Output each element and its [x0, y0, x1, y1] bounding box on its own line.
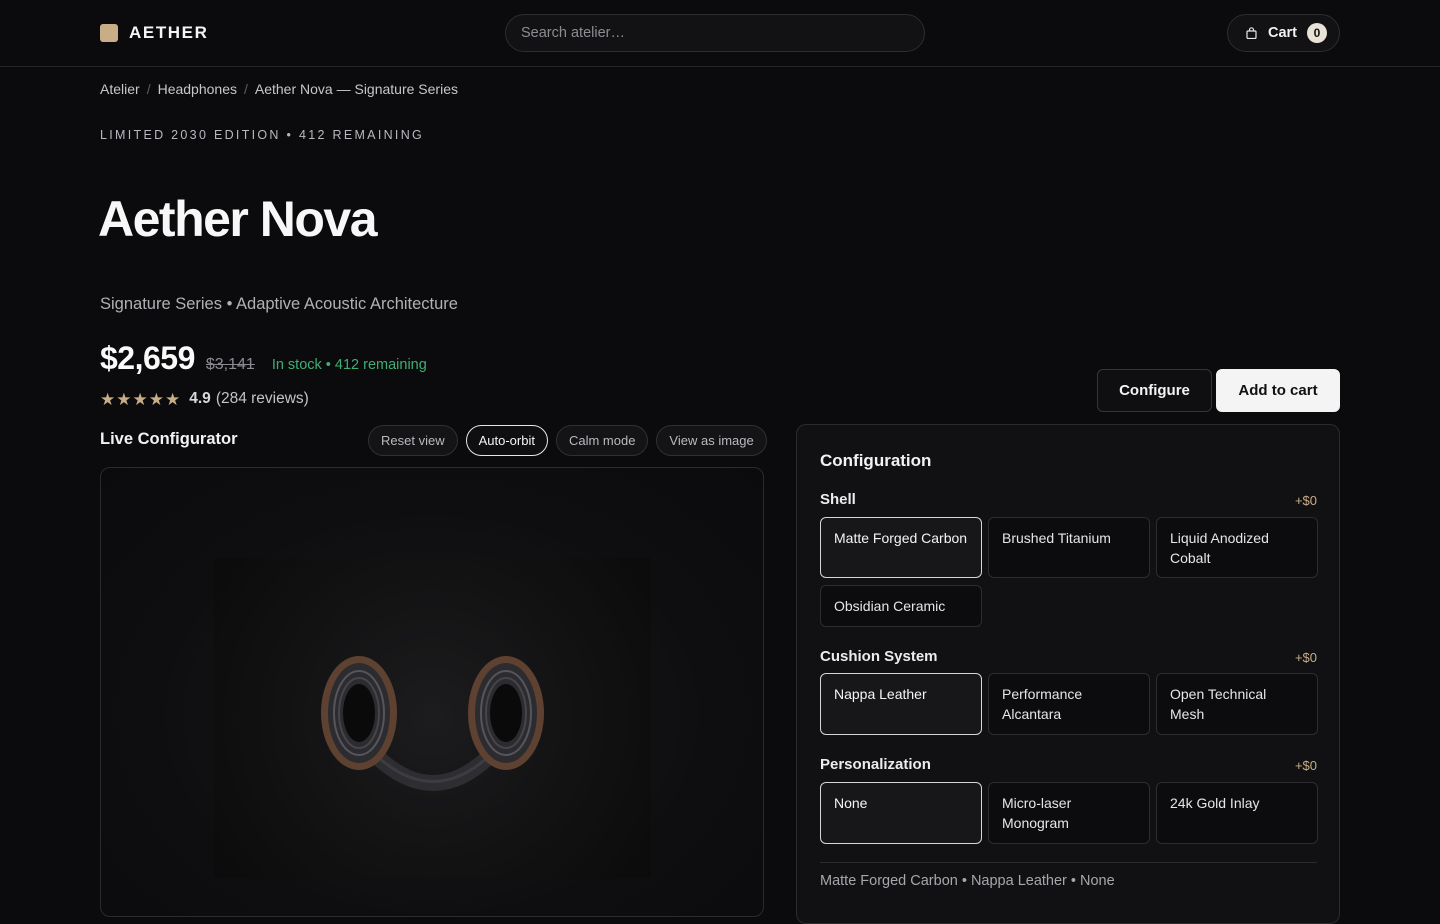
breadcrumb-atelier[interactable]: Atelier [100, 81, 140, 97]
rating-row: ★ ★ ★ ★ ★ 4.9 (284 reviews) [100, 390, 309, 408]
star-icon: ★ [116, 389, 132, 409]
personalization-option-24k-gold-inlay[interactable]: 24k Gold Inlay [1156, 782, 1318, 844]
configuration-title: Configuration [820, 451, 932, 470]
cart-count-badge: 0 [1307, 23, 1328, 43]
shell-label: Shell [820, 491, 856, 508]
configurator-title: Live Configurator [100, 430, 238, 448]
top-navigation-bar: AETHER Cart 0 [0, 0, 1440, 67]
shell-option-liquid-anodized-cobalt[interactable]: Liquid Anodized Cobalt [1156, 517, 1318, 578]
configuration-panel: Configuration Shell +$0 Matte Forged Car… [796, 424, 1340, 924]
cushion-option-performance-alcantara[interactable]: Performance Alcantara [988, 673, 1150, 735]
review-count[interactable]: (284 reviews) [216, 390, 309, 408]
star-icon: ★ [132, 389, 148, 409]
breadcrumb-headphones[interactable]: Headphones [158, 81, 237, 97]
configure-button[interactable]: Configure [1097, 369, 1212, 412]
personalization-price: +$0 [1294, 758, 1317, 773]
personalization-option-micro-laser-monogram[interactable]: Micro-laser Monogram [988, 782, 1150, 844]
cushion-option-nappa-leather[interactable]: Nappa Leather [820, 673, 982, 735]
headphones-render [321, 656, 544, 791]
shell-option-matte-forged-carbon[interactable]: Matte Forged Carbon [820, 517, 982, 578]
summary-divider [820, 862, 1317, 863]
viewer-controls: Reset view Auto-orbit Calm mode View as … [368, 425, 767, 456]
shell-option-obsidian-ceramic[interactable]: Obsidian Ceramic [820, 585, 982, 627]
breadcrumb-current: Aether Nova — Signature Series [254, 81, 458, 97]
configuration-summary: Matte Forged Carbon • Nappa Leather • No… [820, 873, 1115, 889]
personalization-label: Personalization [820, 756, 931, 773]
star-rating: ★ ★ ★ ★ ★ [100, 391, 180, 408]
view-as-image-button[interactable]: View as image [656, 425, 767, 456]
breadcrumb: Atelier / Headphones / Aether Nova — Sig… [100, 81, 458, 97]
edition-eyebrow: LIMITED 2030 EDITION • 412 REMAINING [100, 128, 425, 142]
brand-mark-icon [100, 24, 118, 42]
rating-value: 4.9 [189, 390, 211, 407]
shell-price: +$0 [1294, 493, 1317, 508]
search-input[interactable] [521, 25, 924, 41]
add-to-cart-button[interactable]: Add to cart [1216, 369, 1340, 412]
auto-orbit-toggle[interactable]: Auto-orbit [465, 425, 548, 456]
brand-name: AETHER [129, 23, 209, 42]
star-icon: ★ [148, 389, 164, 409]
reset-view-button[interactable]: Reset view [368, 425, 458, 456]
cushion-price: +$0 [1294, 650, 1317, 665]
render-stage [214, 558, 651, 878]
breadcrumb-separator: / [146, 81, 151, 97]
calm-mode-toggle[interactable]: Calm mode [555, 425, 649, 456]
cushion-label: Cushion System [820, 648, 938, 665]
cart-button[interactable]: Cart 0 [1227, 14, 1340, 52]
star-icon: ★ [100, 389, 116, 409]
shell-option-brushed-titanium[interactable]: Brushed Titanium [988, 517, 1150, 578]
search-bar[interactable] [505, 14, 925, 52]
product-3d-viewer[interactable] [100, 467, 764, 917]
product-title: Aether Nova [98, 191, 378, 247]
cushion-option-open-technical-mesh[interactable]: Open Technical Mesh [1156, 673, 1318, 735]
brand-logo[interactable]: AETHER [100, 23, 209, 43]
current-price: $2,659 [100, 340, 195, 376]
price-row: $2,659 $3,141 In stock • 412 remaining [100, 340, 427, 377]
breadcrumb-separator: / [243, 81, 248, 97]
cart-label: Cart [1268, 25, 1298, 41]
original-price: $3,141 [205, 356, 255, 373]
stock-status: In stock • 412 remaining [271, 357, 427, 373]
personalization-option-none[interactable]: None [820, 782, 982, 844]
star-icon: ★ [165, 389, 181, 409]
product-subtitle: Signature Series • Adaptive Acoustic Arc… [100, 295, 458, 313]
shopping-bag-icon [1244, 26, 1258, 40]
